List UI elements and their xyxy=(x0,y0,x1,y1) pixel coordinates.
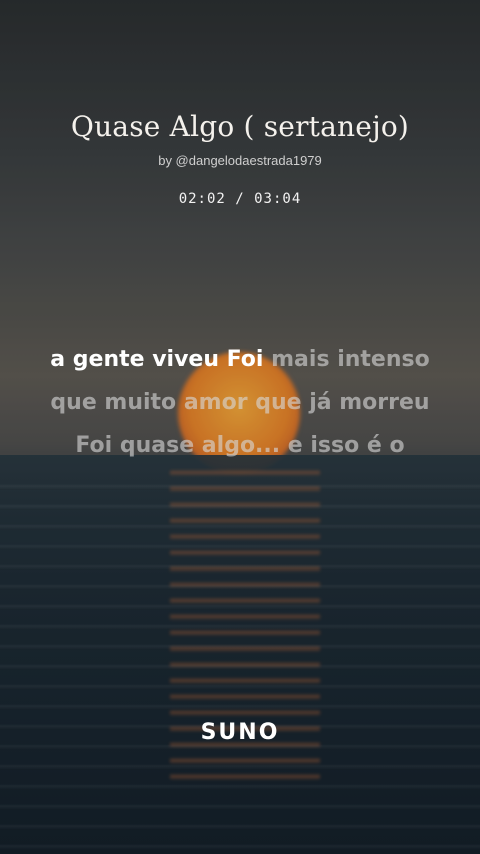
suno-logo: SUNO xyxy=(200,720,280,745)
video-player-screen: Quase Algo ( sertanejo) by @dangelodaest… xyxy=(0,0,480,854)
song-title: Quase Algo ( sertanejo) xyxy=(70,110,410,143)
lyric-line-3: Foi quase algo... e isso é o xyxy=(75,433,405,458)
lyric-sung-text: a gente viveu Foi xyxy=(50,347,264,372)
playback-time: 02:02 / 03:04 xyxy=(178,191,302,207)
lyric-upcoming-text: mais intenso xyxy=(263,347,430,372)
lyric-line-1: a gente viveu Foi mais intenso xyxy=(0,338,480,381)
lyrics-block: a gente viveu Foi mais intenso que muito… xyxy=(0,338,480,467)
lyric-line-2: que muito amor que já morreu xyxy=(50,390,430,415)
artist-byline: by @dangelodaestrada1979 xyxy=(158,153,322,168)
